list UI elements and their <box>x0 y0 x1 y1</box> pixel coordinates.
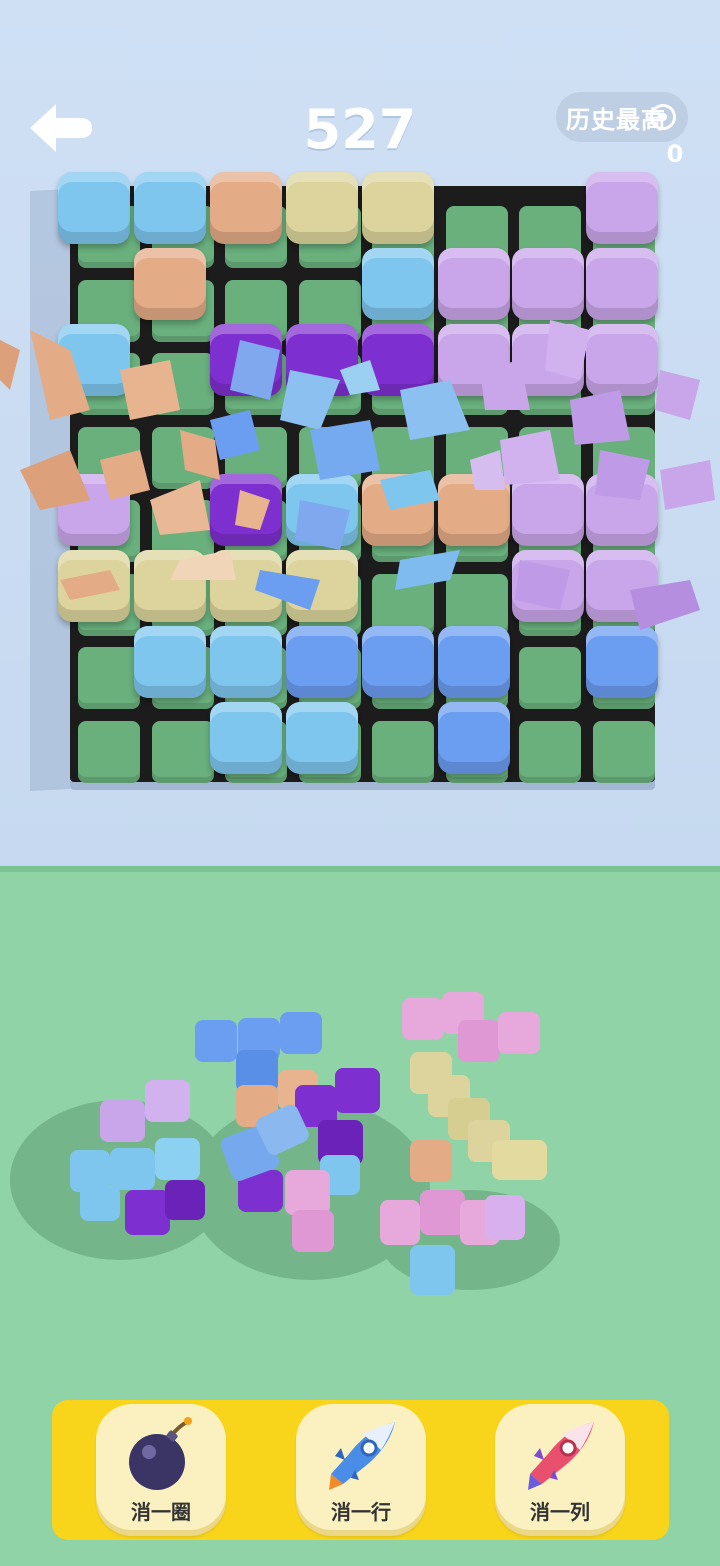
target-icon <box>650 104 676 130</box>
clear-column-button[interactable]: 消一列 <box>495 1404 625 1536</box>
best-score-value: 0 <box>666 140 684 168</box>
placed-block-sky-blue <box>210 702 282 774</box>
back-arrow-icon <box>30 104 92 152</box>
placed-block-cream <box>362 172 434 244</box>
clear-ring-button[interactable]: 消一圈 <box>96 1404 226 1536</box>
empty-cell[interactable] <box>519 720 581 783</box>
clear-ring-label: 消一圈 <box>131 1500 191 1524</box>
empty-cell[interactable] <box>372 720 434 783</box>
clear-column-label: 消一列 <box>530 1500 590 1524</box>
empty-cell[interactable] <box>78 720 140 783</box>
piece-pile <box>10 992 560 1295</box>
placed-block-cream <box>286 172 358 244</box>
placed-block-lavender <box>586 172 658 244</box>
rocket-vertical-icon <box>528 1422 594 1490</box>
best-score-badge[interactable]: 历史最高 <box>556 92 688 142</box>
peach-shards <box>0 330 270 600</box>
lavender-shards <box>470 320 715 630</box>
empty-cell[interactable] <box>592 720 655 783</box>
clear-row-button[interactable]: 消一行 <box>296 1404 426 1536</box>
blue-shards <box>210 340 470 610</box>
placed-block-blue <box>438 702 510 774</box>
placed-block-sky-blue <box>134 172 206 244</box>
explosion-shards <box>0 320 715 630</box>
clear-row-label: 消一行 <box>331 1500 391 1524</box>
bomb-icon <box>129 1417 192 1490</box>
score: 527 <box>303 98 417 161</box>
placed-block-sky-blue <box>286 702 358 774</box>
back-button[interactable] <box>26 100 96 156</box>
placed-block-sky-blue <box>58 172 130 244</box>
empty-cell[interactable] <box>151 720 214 783</box>
rocket-horizontal-icon <box>329 1422 395 1490</box>
placed-block-peach <box>210 172 282 244</box>
